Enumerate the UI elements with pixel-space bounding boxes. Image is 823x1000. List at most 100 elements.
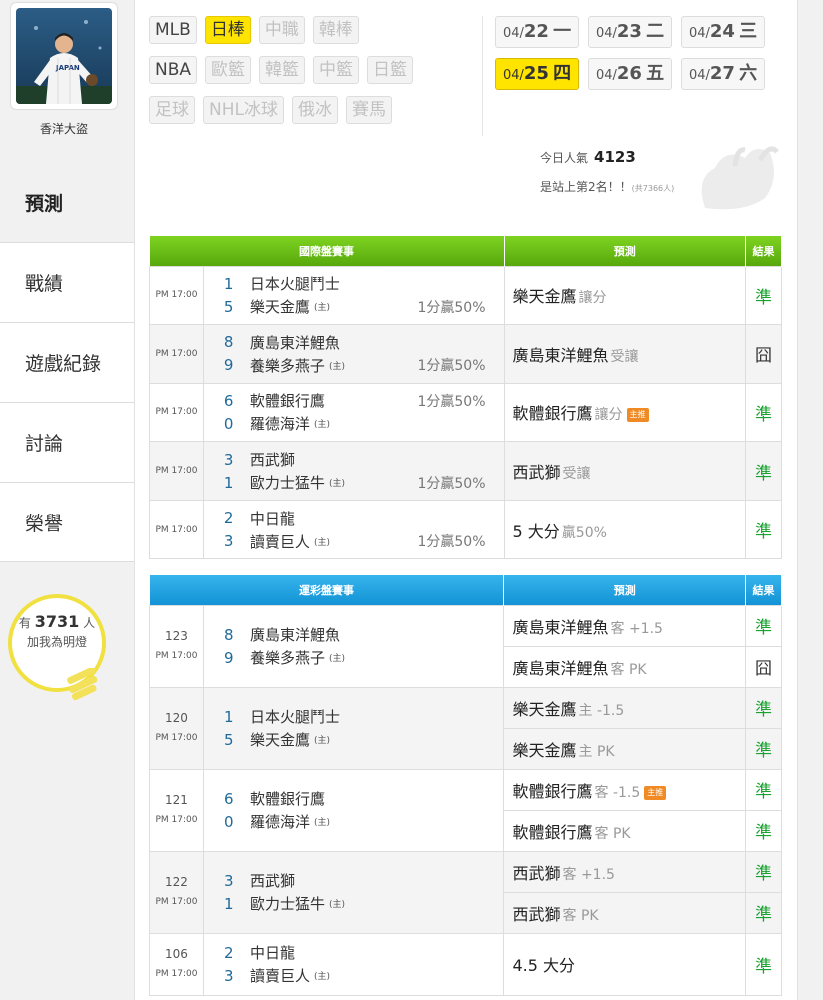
result: 囧 — [745, 645, 782, 688]
nav-item-discussion[interactable]: 討論 — [0, 402, 134, 482]
home-tag: (主) — [328, 361, 345, 372]
sport-cpbl[interactable]: 中職 — [258, 16, 305, 44]
date-0427[interactable]: 04/27 六 — [681, 58, 765, 90]
prediction-type: 受讓 — [610, 348, 639, 365]
avatar-frame[interactable]: JAPAN — [10, 2, 118, 110]
team-name[interactable]: 讀賣巨人 — [250, 531, 310, 552]
fans-cta[interactable]: 加我為明燈 — [12, 633, 102, 650]
prediction-pick: 4.5 大分 — [512, 956, 576, 975]
odds: 1分贏50% — [417, 475, 486, 492]
team-score: 0 — [223, 812, 234, 831]
team-score: 6 — [223, 391, 234, 410]
team-name[interactable]: 軟體銀行鷹 — [250, 390, 325, 411]
date-0426[interactable]: 04/26 五 — [588, 58, 672, 90]
sport-npb[interactable]: 日棒 — [204, 16, 251, 44]
sport-korea-basketball[interactable]: 韓籃 — [259, 56, 306, 84]
popularity-rank: 是站上第2名！！ — [540, 180, 632, 194]
table-row: 122 PM 17:00 3 西武獅 1 歐力士猛牛 (主) 西武獅客 +1.5 準 — [149, 850, 782, 934]
nav-item-record[interactable]: 戰績 — [0, 242, 134, 322]
prediction-cell: 軟體銀行鷹客 PK — [503, 809, 747, 852]
avatar[interactable]: JAPAN — [16, 8, 112, 104]
sport-japan-basketball[interactable]: 日籃 — [367, 56, 414, 84]
team-name[interactable]: 廣島東洋鯉魚 — [250, 624, 340, 645]
date-0423[interactable]: 04/23 二 — [588, 16, 672, 48]
home-tag: (主) — [313, 736, 330, 746]
prediction-cell: 軟體銀行鷹客 -1.5 主推 — [503, 768, 747, 811]
prediction-pick: 樂天金鷹 — [512, 740, 577, 760]
prediction-cell: 4.5 大分 — [503, 932, 747, 996]
team-score: 5 — [223, 730, 234, 749]
prediction-type: 贏50% — [561, 524, 607, 541]
team-name[interactable]: 軟體銀行鷹 — [250, 788, 325, 809]
prediction-cell: 西武獅客 +1.5 — [503, 850, 747, 893]
match-number: 120 — [165, 711, 188, 725]
team-name[interactable]: 羅德海洋 — [250, 811, 310, 832]
sidebar-nav: 預測 戰績 遊戲紀錄 討論 榮譽 — [0, 162, 134, 562]
nav-item-game-log[interactable]: 遊戲紀錄 — [0, 322, 134, 402]
match-time-cell: 120 PM 17:00 — [149, 686, 204, 770]
prediction-cell: 廣島東洋鯉魚 受讓 — [503, 324, 747, 384]
team-line: 1 歐力士猛牛 (主) 1分贏50% — [224, 471, 486, 494]
team-name[interactable]: 廣島東洋鯉魚 — [250, 332, 340, 353]
intl-header-result: 結果 — [745, 236, 782, 266]
table-row: PM 17:00 6 軟體銀行鷹 1分贏50% 0 羅德海洋 (主) 軟體銀行鷹… — [149, 382, 782, 443]
team-name[interactable]: 樂天金鷹 — [250, 296, 310, 317]
lightbulb-icon — [67, 668, 98, 701]
match-cell: 8 廣島東洋鯉魚 9 養樂多燕子 (主) — [202, 604, 505, 688]
match-time: PM 17:00 — [149, 382, 204, 443]
sport-china-basketball[interactable]: 中籃 — [313, 56, 360, 84]
team-name[interactable]: 歐力士猛牛 — [250, 472, 325, 493]
sport-horse-racing[interactable]: 賽馬 — [345, 96, 392, 124]
svg-text:JAPAN: JAPAN — [55, 64, 80, 72]
home-tag: (主) — [313, 303, 330, 314]
team-line: 2 中日龍 — [224, 507, 486, 530]
sport-mlb[interactable]: MLB — [149, 16, 197, 44]
team-name[interactable]: 歐力士猛牛 — [250, 893, 325, 914]
popularity-label: 今日人氣 — [540, 151, 589, 165]
date-0424[interactable]: 04/24 三 — [681, 16, 765, 48]
nav-item-honors[interactable]: 榮譽 — [0, 482, 134, 562]
prediction-type: 客 PK — [562, 907, 599, 924]
team-name[interactable]: 羅德海洋 — [250, 413, 310, 434]
team-name[interactable]: 樂天金鷹 — [250, 729, 310, 750]
prediction-cell: 廣島東洋鯉魚客 +1.5 — [503, 604, 747, 647]
date-0425[interactable]: 04/25 四 — [495, 58, 579, 90]
popularity-panel: 今日人氣 4123 是站上第2名！！(共7366人) — [540, 148, 790, 208]
table-row: PM 17:00 8 廣島東洋鯉魚 9 養樂多燕子 (主) 1分贏50% 廣島東… — [149, 324, 782, 384]
prediction-cell: 樂天金鷹主 -1.5 — [503, 686, 747, 729]
nav-item-predict[interactable]: 預測 — [0, 162, 134, 242]
sport-nba[interactable]: NBA — [149, 56, 198, 84]
intl-header-match: 國際盤賽事 — [149, 236, 505, 266]
sport-soccer[interactable]: 足球 — [149, 96, 195, 124]
team-name[interactable]: 讀賣巨人 — [250, 965, 310, 986]
prediction-pick: 樂天金鷹 — [512, 699, 577, 719]
date-0422[interactable]: 04/22 一 — [495, 16, 579, 48]
lottery-header-match: 運彩盤賽事 — [149, 575, 505, 605]
team-name[interactable]: 西武獅 — [250, 449, 295, 470]
team-name[interactable]: 養樂多燕子 — [250, 647, 325, 668]
date-picker: 04/22 一 04/23 二 04/24 三 04/25 四 04/26 五 … — [495, 16, 785, 100]
match-time: PM 17:00 — [155, 815, 198, 825]
home-tag: (主) — [313, 537, 330, 548]
match-time-cell: 121 PM 17:00 — [149, 768, 204, 852]
sport-kbo[interactable]: 韓棒 — [312, 16, 359, 44]
sport-khl[interactable]: 俄冰 — [291, 96, 338, 124]
team-score: 1 — [223, 274, 234, 293]
match-cell: 1 日本火腿鬥士 5 樂天金鷹 (主) 1分贏50% — [202, 265, 505, 326]
result: 準 — [745, 686, 782, 729]
team-name[interactable]: 中日龍 — [250, 942, 295, 963]
prediction-pick: 西武獅 — [512, 863, 561, 883]
intl-header-pred: 預測 — [504, 236, 747, 266]
match-number: 121 — [165, 793, 188, 807]
odds: 1分贏50% — [417, 534, 486, 551]
odds: 1分贏50% — [417, 393, 486, 410]
team-name[interactable]: 中日龍 — [250, 508, 295, 529]
sport-euro-basketball[interactable]: 歐籃 — [205, 56, 252, 84]
sport-nhl[interactable]: NHL冰球 — [203, 96, 284, 124]
team-name[interactable]: 西武獅 — [250, 870, 295, 891]
team-name[interactable]: 養樂多燕子 — [250, 355, 325, 376]
team-name[interactable]: 日本火腿鬥士 — [250, 273, 340, 294]
match-cell: 1 日本火腿鬥士 5 樂天金鷹 (主) — [202, 686, 505, 770]
prediction-pick: 軟體銀行鷹 — [512, 781, 593, 801]
team-name[interactable]: 日本火腿鬥士 — [250, 706, 340, 727]
